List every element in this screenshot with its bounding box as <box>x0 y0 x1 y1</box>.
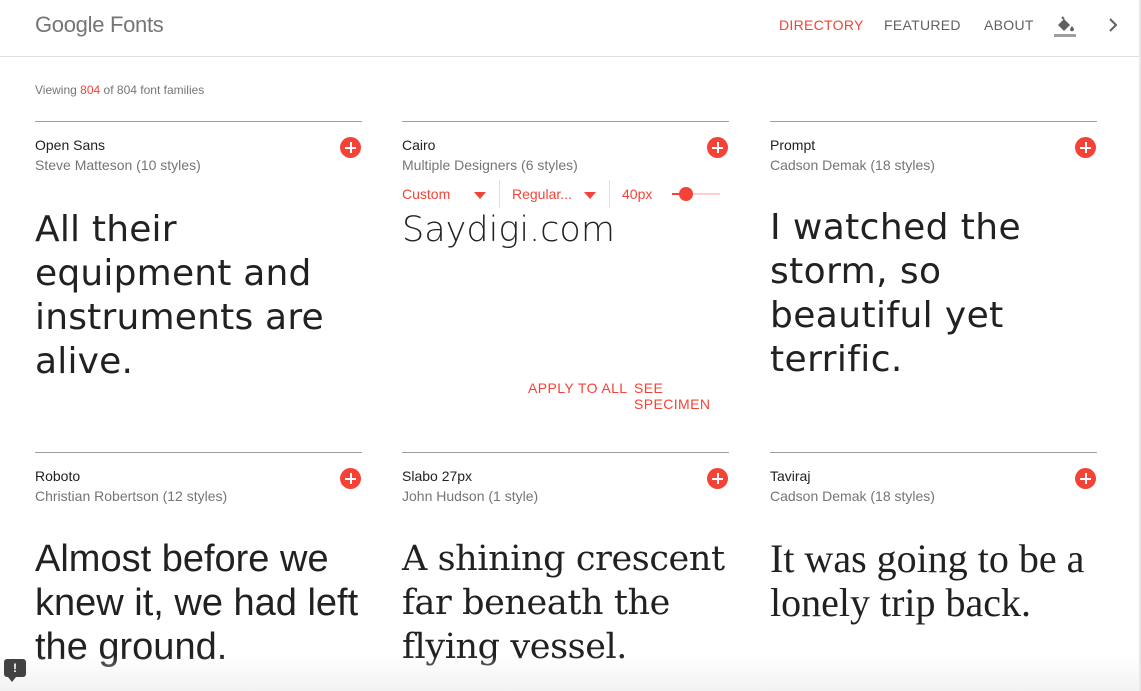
font-card-open-sans[interactable]: Open Sans Steve Matteson (10 styles) All… <box>35 121 362 421</box>
font-size-slider-thumb[interactable] <box>679 187 694 201</box>
preset-select[interactable]: Custom <box>402 186 450 202</box>
viewing-middle: of <box>103 83 114 97</box>
add-font-button[interactable] <box>1075 137 1096 158</box>
font-controls: Custom Regular... 40px <box>402 180 729 208</box>
results-count: Viewing 804 of 804 font families <box>35 83 204 97</box>
chevron-right-icon[interactable] <box>1105 16 1121 34</box>
font-designer: Multiple Designers (6 styles) <box>402 157 578 173</box>
font-name: Prompt <box>770 137 816 153</box>
add-font-button[interactable] <box>707 137 728 158</box>
font-sample-text[interactable]: Saydigi.com <box>402 208 615 252</box>
font-size-value: 40px <box>622 186 653 202</box>
add-font-button[interactable] <box>707 468 728 489</box>
font-name: Roboto <box>35 468 81 484</box>
bottom-fade <box>0 655 1141 691</box>
font-sample-text[interactable]: A shining crescent far beneath the flyin… <box>402 537 732 669</box>
add-font-button[interactable] <box>340 468 361 489</box>
chevron-down-icon[interactable] <box>584 192 596 199</box>
divider <box>499 180 500 208</box>
font-designer: Cadson Demak (18 styles) <box>770 157 935 173</box>
nav-featured[interactable]: FEATURED <box>884 17 961 33</box>
nav-directory[interactable]: DIRECTORY <box>779 17 864 33</box>
font-sample-text[interactable]: I watched the storm, so beautiful yet te… <box>770 206 1100 382</box>
add-font-button[interactable] <box>340 137 361 158</box>
viewing-suffix: font families <box>140 83 205 97</box>
apply-to-all-link[interactable]: APPLY TO ALL <box>528 380 628 396</box>
viewing-count: 804 <box>80 83 101 97</box>
viewing-prefix: Viewing <box>35 83 77 97</box>
font-sample-text[interactable]: Almost before we knew it, we had left th… <box>35 537 365 669</box>
style-select[interactable]: Regular... <box>512 186 572 202</box>
font-card-prompt[interactable]: Prompt Cadson Demak (18 styles) I watche… <box>770 121 1097 421</box>
add-font-button[interactable] <box>1075 468 1096 489</box>
font-sample-text[interactable]: It was going to be a lonely trip back. <box>770 537 1100 625</box>
paint-bucket-icon[interactable] <box>1053 14 1077 38</box>
nav-about[interactable]: ABOUT <box>984 17 1034 33</box>
viewing-total: 804 <box>116 83 137 97</box>
divider <box>609 180 610 208</box>
font-name: Slabo 27px <box>402 468 473 484</box>
top-app-bar: Google Fonts DIRECTORY FEATURED ABOUT <box>0 0 1141 57</box>
font-name: Taviraj <box>770 468 811 484</box>
font-designer: Steve Matteson (10 styles) <box>35 157 201 173</box>
font-designer: Cadson Demak (18 styles) <box>770 488 935 504</box>
font-sample-text[interactable]: All their equipment and instruments are … <box>35 208 365 384</box>
see-specimen-link[interactable]: SEE SPECIMEN <box>634 380 729 412</box>
feedback-button[interactable]: ! <box>4 659 26 682</box>
font-name: Cairo <box>402 137 436 153</box>
font-name: Open Sans <box>35 137 106 153</box>
font-card-cairo[interactable]: Cairo Multiple Designers (6 styles) Cust… <box>402 121 729 421</box>
chevron-down-icon[interactable] <box>474 192 486 199</box>
google-fonts-logo[interactable]: Google Fonts <box>35 12 164 38</box>
font-designer: Christian Robertson (12 styles) <box>35 488 228 504</box>
font-designer: John Hudson (1 style) <box>402 488 539 504</box>
